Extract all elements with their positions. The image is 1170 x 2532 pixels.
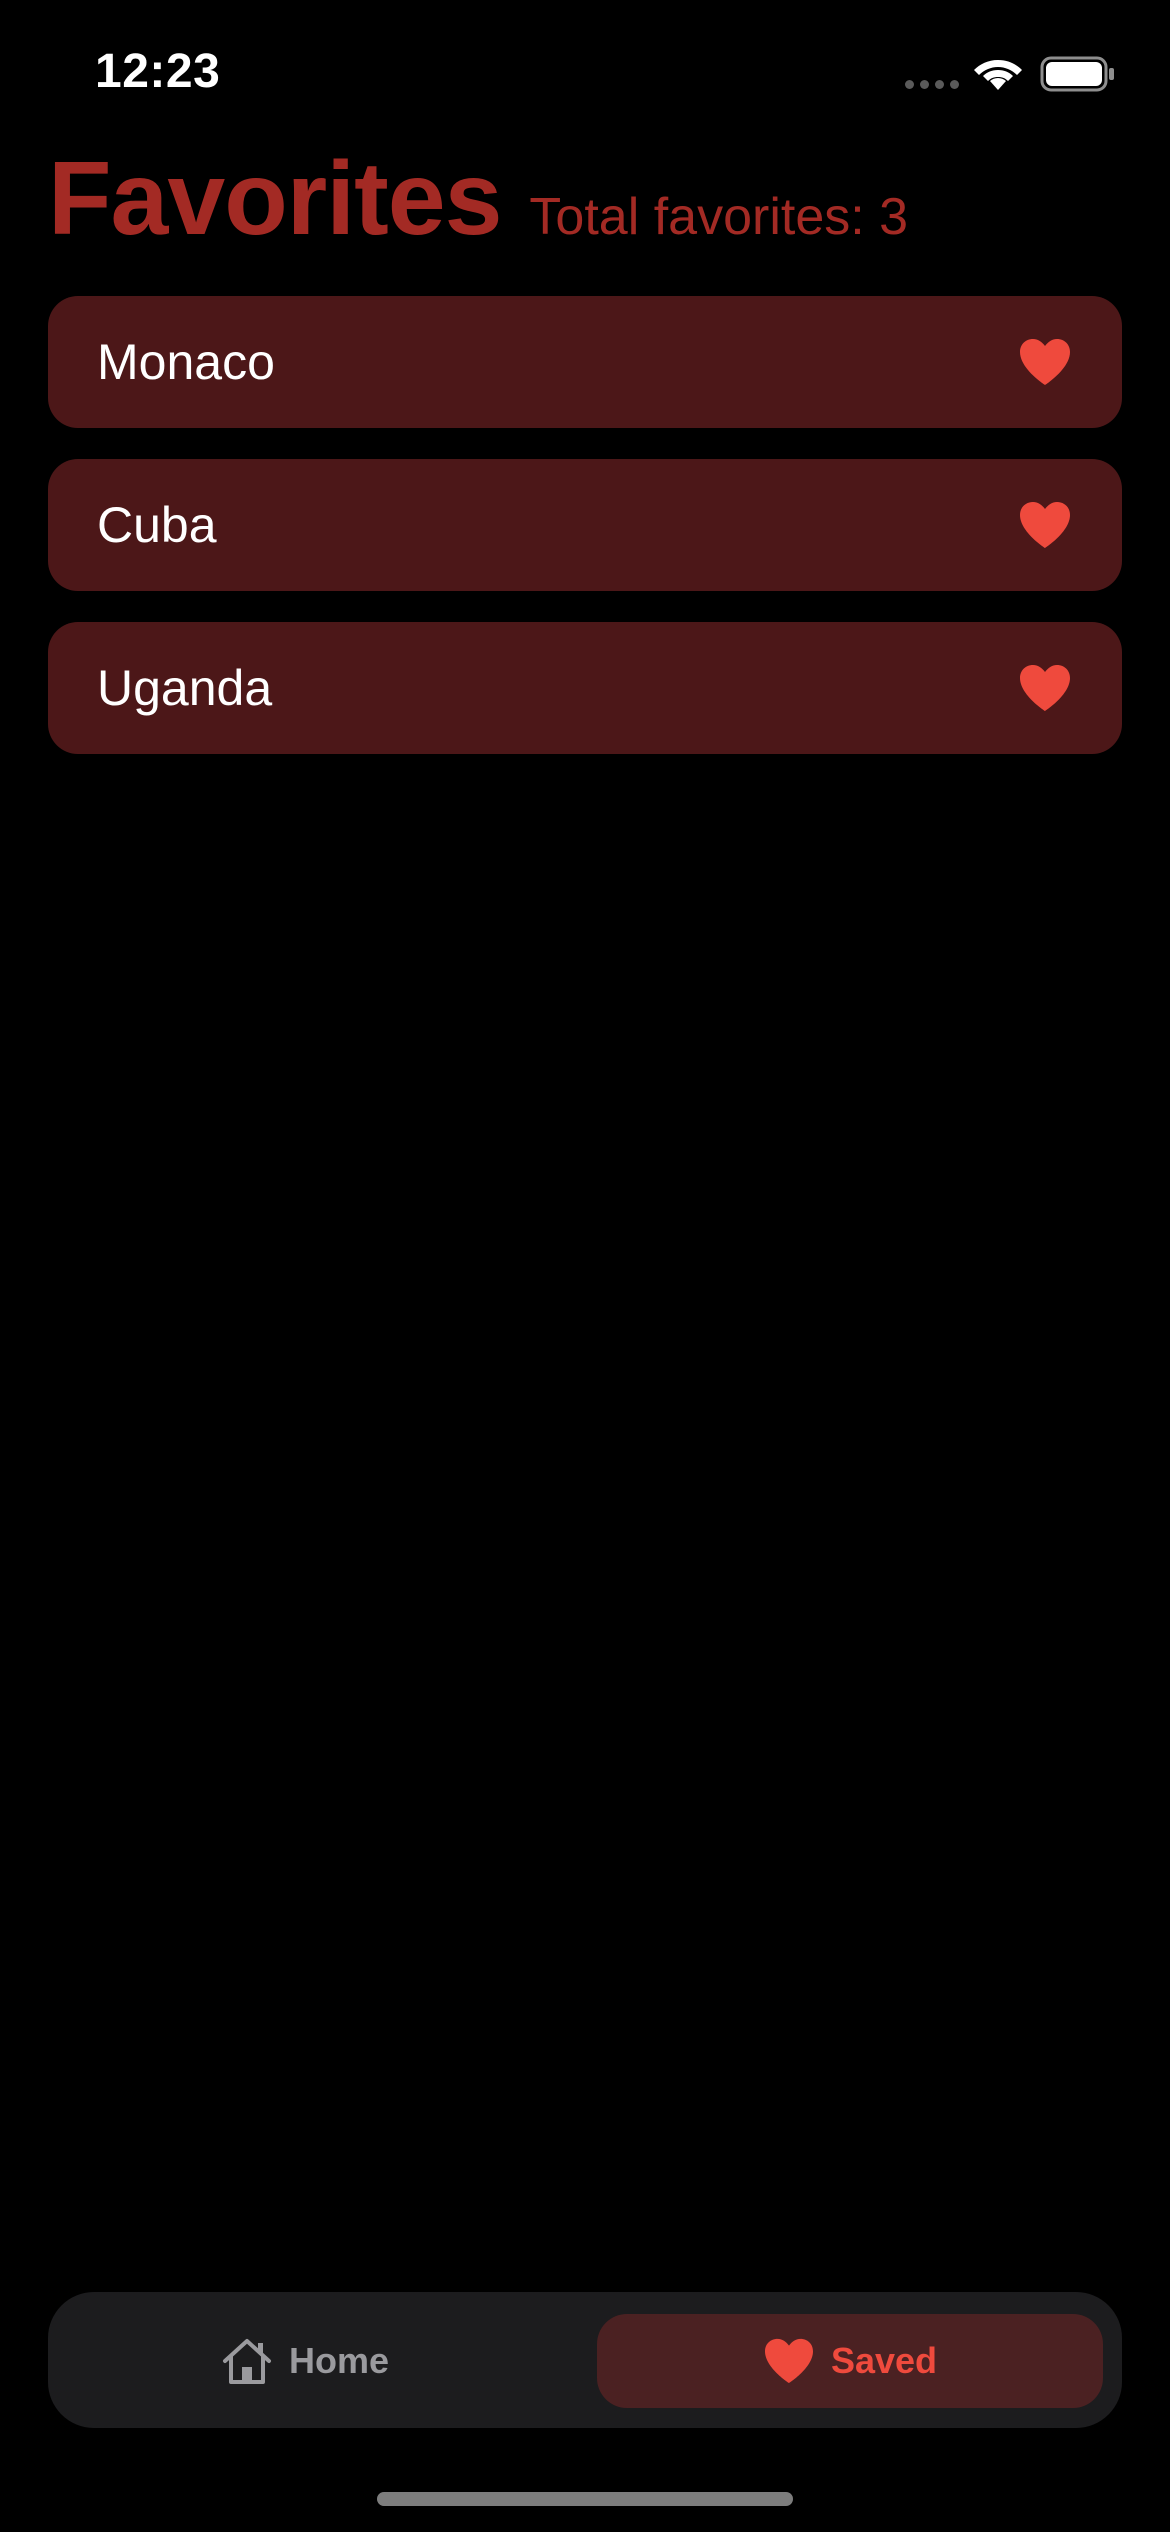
list-item-name: Cuba [97, 497, 217, 553]
favorites-list: Monaco Cuba Uganda [48, 296, 1122, 754]
heart-icon[interactable] [1018, 337, 1072, 387]
page-title: Favorites [48, 141, 502, 257]
tab-saved[interactable]: Saved [597, 2314, 1103, 2408]
tab-home-label: Home [288, 2340, 390, 2381]
house-icon [222, 2339, 271, 2384]
wifi-icon [974, 60, 1022, 90]
heart-icon[interactable] [1018, 500, 1072, 550]
total-favorites-count: Total favorites: 3 [529, 188, 909, 246]
cellular-signal-icon [905, 80, 959, 89]
tab-saved-label: Saved [830, 2340, 938, 2381]
status-bar: 12:23 [0, 0, 1170, 150]
list-item[interactable]: Cuba [48, 459, 1122, 591]
battery-icon [1040, 56, 1114, 92]
heart-icon [764, 2338, 813, 2384]
heart-icon[interactable] [1018, 663, 1072, 713]
tab-home[interactable]: Home [52, 2314, 558, 2408]
tab-bar: Home Saved [48, 2292, 1122, 2428]
status-time: 12:23 [95, 45, 221, 98]
list-item-name: Uganda [97, 660, 273, 716]
list-item[interactable]: Monaco [48, 296, 1122, 428]
list-item-name: Monaco [97, 334, 275, 390]
header: Favorites Total favorites: 3 [48, 140, 908, 259]
home-indicator[interactable] [377, 2492, 793, 2506]
list-item[interactable]: Uganda [48, 622, 1122, 754]
